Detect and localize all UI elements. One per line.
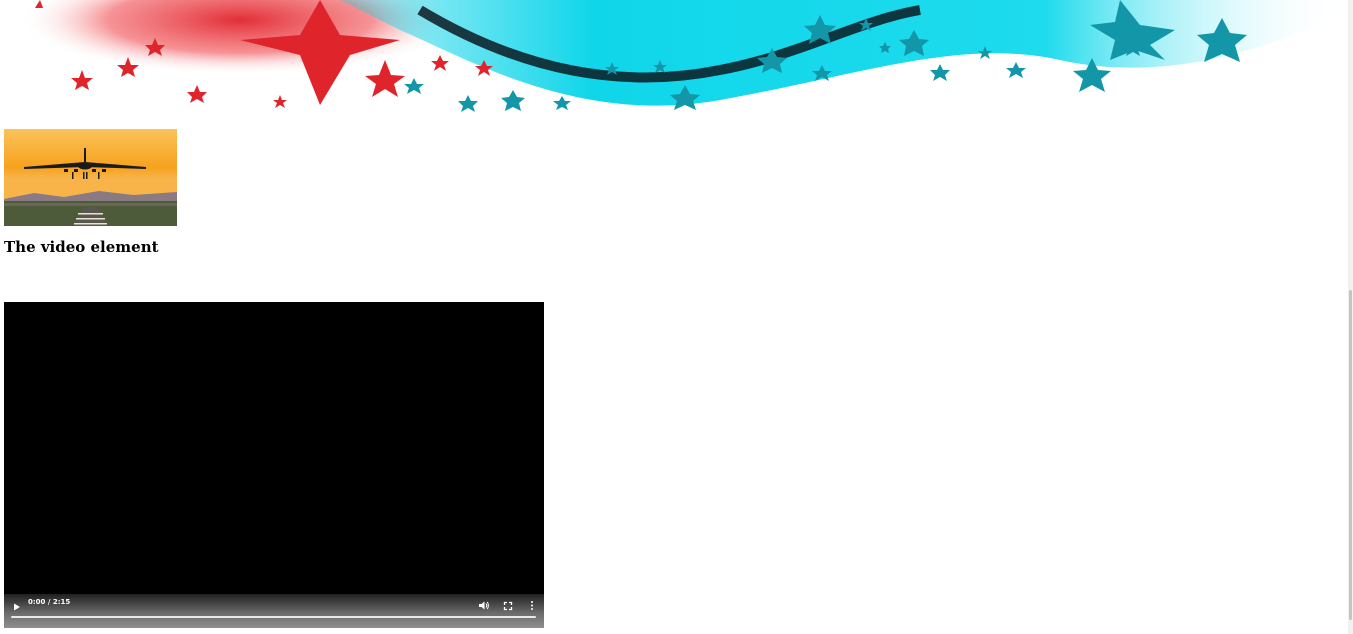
play-icon[interactable]	[12, 599, 22, 611]
seek-bar[interactable]	[11, 616, 536, 618]
video-controls: 0:00 / 2:15	[4, 594, 544, 628]
video-heading: The video element	[4, 238, 159, 256]
more-options-icon[interactable]	[528, 598, 536, 610]
video-player[interactable]: 0:00 / 2:15	[4, 302, 544, 628]
airplane-image-graphic	[4, 129, 177, 226]
star-banner-graphic	[20, 0, 1348, 112]
star-banner	[0, 0, 1348, 130]
page-scrollbar[interactable]	[1348, 0, 1353, 634]
airplane-image	[4, 129, 177, 226]
scrollbar-thumb[interactable]	[1349, 290, 1352, 620]
time-display: 0:00 / 2:15	[28, 598, 71, 606]
video-screen[interactable]	[4, 302, 544, 594]
volume-icon[interactable]	[478, 598, 490, 610]
fullscreen-icon[interactable]	[503, 598, 513, 611]
